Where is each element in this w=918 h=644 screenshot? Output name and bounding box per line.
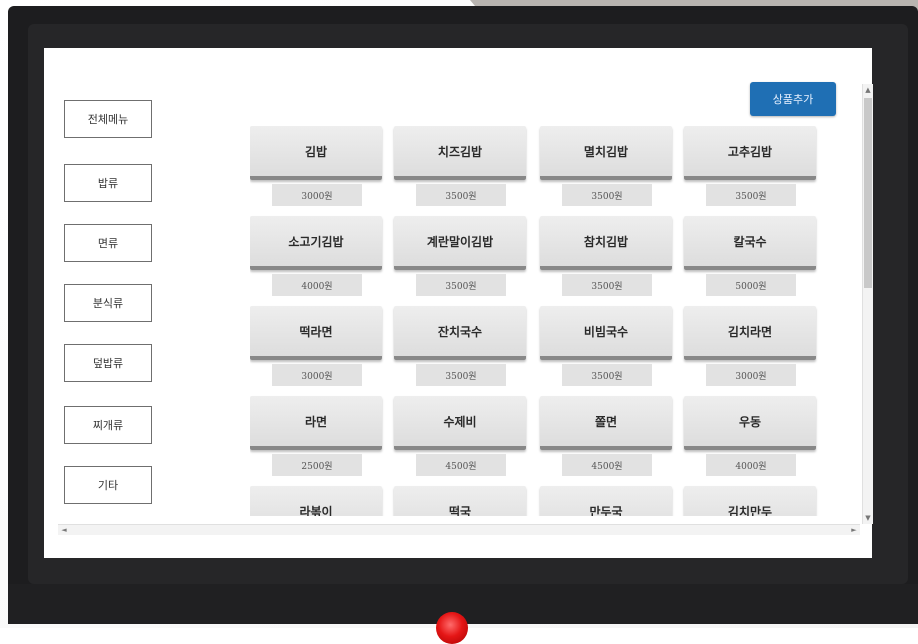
category-snacks[interactable]: 분식류 — [64, 284, 152, 322]
menu-item[interactable]: 소고기김밥 4000원 — [250, 216, 382, 300]
category-label: 덮밥류 — [92, 357, 124, 370]
category-rice-bowls[interactable]: 덮밥류 — [64, 344, 152, 382]
pos-screen: 전체메뉴 밥류 면류 분식류 덮밥류 찌개류 기타 상품추가 김밥 3000원 … — [44, 48, 873, 558]
menu-item-name: 멸치김밥 — [540, 126, 672, 180]
menu-item[interactable]: 고추김밥 3500원 — [684, 126, 816, 210]
menu-item[interactable]: 치즈김밥 3500원 — [394, 126, 526, 210]
menu-item-name: 만두국 — [540, 486, 672, 516]
menu-item-name: 참치김밥 — [540, 216, 672, 270]
menu-item-price: 3000원 — [272, 364, 362, 386]
menu-item-price: 5000원 — [706, 274, 796, 296]
menu-item[interactable]: 떡라면 3000원 — [250, 306, 382, 390]
menu-item-name: 김치만두 — [684, 486, 816, 516]
category-label: 면류 — [97, 237, 119, 250]
menu-item-name: 수제비 — [394, 396, 526, 450]
category-other[interactable]: 기타 — [64, 466, 152, 504]
add-product-button[interactable]: 상품추가 — [750, 82, 836, 116]
menu-item-price: 3500원 — [416, 274, 506, 296]
menu-item-price: 3000원 — [272, 184, 362, 206]
menu-item[interactable]: 비빔국수 3500원 — [540, 306, 672, 390]
menu-item-name: 고추김밥 — [684, 126, 816, 180]
menu-item-name: 떡라면 — [250, 306, 382, 360]
menu-item[interactable]: 수제비 4500원 — [394, 396, 526, 480]
category-label: 밥류 — [97, 177, 119, 190]
menu-item[interactable]: 우동 4000원 — [684, 396, 816, 480]
menu-item[interactable]: 잔치국수 3500원 — [394, 306, 526, 390]
category-label: 분식류 — [92, 297, 124, 310]
scroll-left-icon[interactable]: ◄ — [58, 525, 70, 535]
menu-item-name: 칼국수 — [684, 216, 816, 270]
menu-item-name: 라볶이 — [250, 486, 382, 516]
menu-item[interactable]: 멸치김밥 3500원 — [540, 126, 672, 210]
vertical-scrollbar[interactable]: ▲ ▼ — [862, 84, 873, 524]
menu-item-name: 떡국 — [394, 486, 526, 516]
menu-item-name: 비빔국수 — [540, 306, 672, 360]
menu-item[interactable]: 떡국 — [394, 486, 526, 516]
category-rice[interactable]: 밥류 — [64, 164, 152, 202]
menu-item-name: 김밥 — [250, 126, 382, 180]
menu-item[interactable]: 김밥 3000원 — [250, 126, 382, 210]
menu-item-price: 4500원 — [562, 454, 652, 476]
scroll-down-icon[interactable]: ▼ — [863, 512, 873, 524]
menu-item[interactable]: 라볶이 — [250, 486, 382, 516]
menu-item-name: 치즈김밥 — [394, 126, 526, 180]
menu-item-price: 4000원 — [706, 454, 796, 476]
menu-item-name: 라면 — [250, 396, 382, 450]
horizontal-scrollbar[interactable]: ◄ ► — [58, 524, 860, 535]
menu-item-name: 쫄면 — [540, 396, 672, 450]
menu-item-price: 4500원 — [416, 454, 506, 476]
menu-item[interactable]: 칼국수 5000원 — [684, 216, 816, 300]
scroll-right-icon[interactable]: ► — [848, 525, 860, 535]
menu-item-name: 소고기김밥 — [250, 216, 382, 270]
menu-item[interactable]: 김치라면 3000원 — [684, 306, 816, 390]
category-all-menu[interactable]: 전체메뉴 — [64, 100, 152, 138]
menu-item-price: 3500원 — [416, 364, 506, 386]
menu-item-price: 3000원 — [706, 364, 796, 386]
menu-item-price: 3500원 — [562, 274, 652, 296]
menu-item-price: 3500원 — [706, 184, 796, 206]
menu-item-price: 2500원 — [272, 454, 362, 476]
menu-item-price: 3500원 — [562, 184, 652, 206]
scroll-up-icon[interactable]: ▲ — [863, 84, 873, 96]
power-button-icon[interactable] — [436, 612, 468, 644]
menu-grid: 김밥 3000원 치즈김밥 3500원 멸치김밥 3500원 고추김밥 3500… — [250, 126, 822, 516]
menu-item[interactable]: 김치만두 — [684, 486, 816, 516]
menu-item[interactable]: 라면 2500원 — [250, 396, 382, 480]
menu-item[interactable]: 계란말이김밥 3500원 — [394, 216, 526, 300]
menu-item-price: 3500원 — [562, 364, 652, 386]
category-noodles[interactable]: 면류 — [64, 224, 152, 262]
menu-item-name: 우동 — [684, 396, 816, 450]
menu-item[interactable]: 쫄면 4500원 — [540, 396, 672, 480]
menu-item-name: 계란말이김밥 — [394, 216, 526, 270]
add-product-label: 상품추가 — [772, 93, 814, 106]
menu-item-name: 김치라면 — [684, 306, 816, 360]
category-stews[interactable]: 찌개류 — [64, 406, 152, 444]
category-label: 찌개류 — [92, 419, 124, 432]
category-label: 전체메뉴 — [87, 113, 129, 126]
menu-item[interactable]: 참치김밥 3500원 — [540, 216, 672, 300]
category-label: 기타 — [97, 479, 119, 492]
menu-item[interactable]: 만두국 — [540, 486, 672, 516]
vertical-scroll-thumb[interactable] — [864, 98, 872, 288]
menu-item-price: 3500원 — [416, 184, 506, 206]
menu-item-price: 4000원 — [272, 274, 362, 296]
menu-item-name: 잔치국수 — [394, 306, 526, 360]
